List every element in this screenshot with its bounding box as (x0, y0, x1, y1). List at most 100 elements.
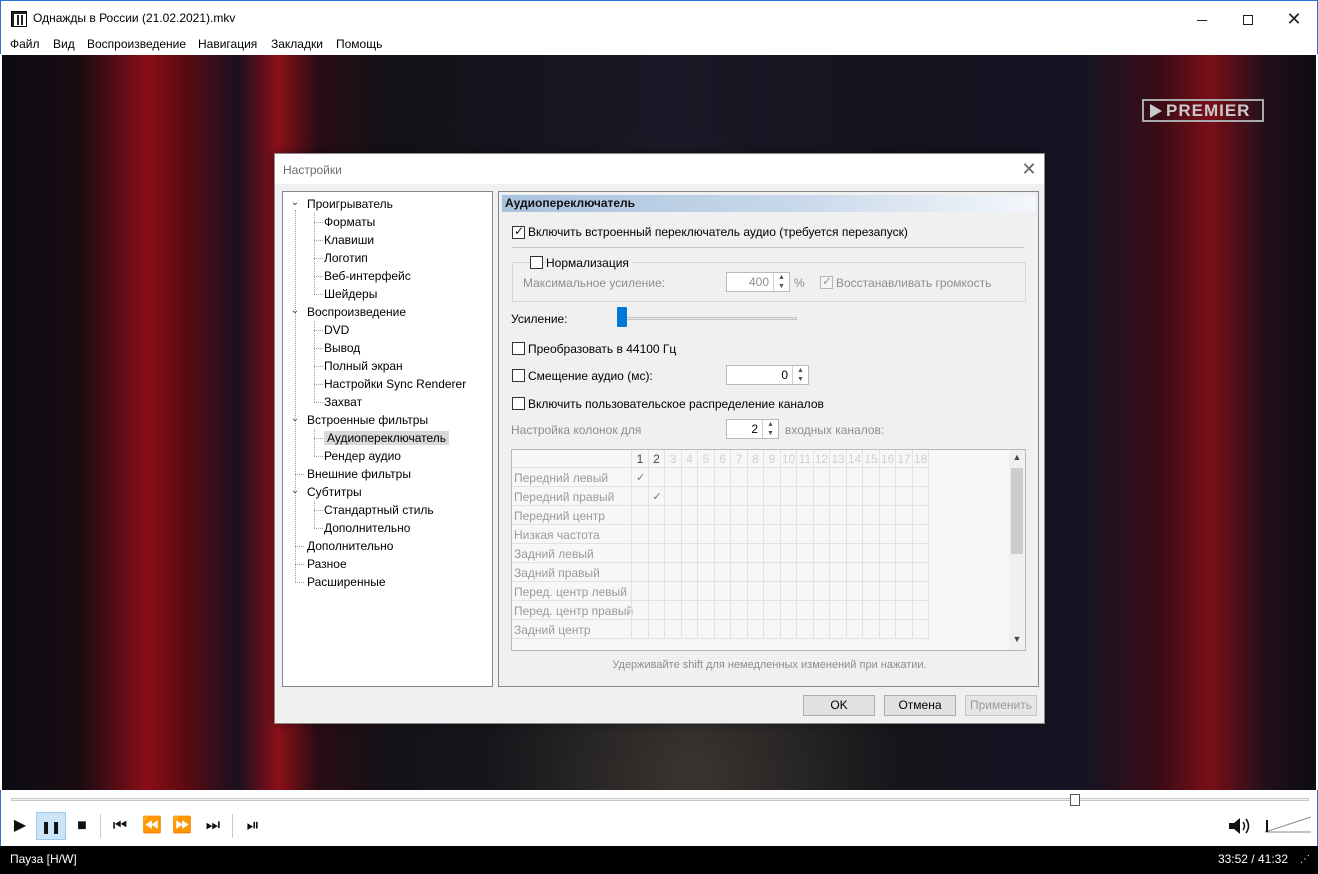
tree-item[interactable]: Внешние фильтры (307, 465, 411, 483)
restore-volume-checkbox[interactable] (820, 274, 833, 289)
max-gain-spinner[interactable]: 400 ▲ ▼ (726, 272, 790, 292)
channel-map-cell[interactable] (632, 563, 649, 582)
channel-map-cell[interactable] (648, 525, 665, 544)
channel-map-cell[interactable] (648, 582, 665, 601)
channel-map-cell[interactable] (632, 525, 649, 544)
channel-map-cell[interactable] (747, 487, 764, 506)
channel-map-cell[interactable] (830, 601, 847, 620)
channel-map-cell[interactable] (731, 506, 748, 525)
channel-map-cell[interactable] (846, 487, 863, 506)
channel-map-cell[interactable] (632, 620, 649, 639)
channel-map-cell[interactable] (764, 468, 781, 487)
channel-map-cell[interactable] (896, 620, 913, 639)
channel-map-cell[interactable] (698, 506, 715, 525)
channel-map-cell[interactable] (665, 563, 682, 582)
channel-map-cell[interactable] (681, 487, 698, 506)
channel-map-cell[interactable] (846, 582, 863, 601)
channel-map-cell[interactable] (830, 506, 847, 525)
tree-item[interactable]: Рендер аудио (324, 447, 401, 465)
channel-map-cell[interactable] (681, 563, 698, 582)
channel-map-cell[interactable] (780, 563, 797, 582)
tree-item[interactable]: Разное (307, 555, 347, 573)
channel-map-cell[interactable] (747, 525, 764, 544)
channel-map-cell[interactable] (681, 601, 698, 620)
channel-map-cell[interactable] (830, 582, 847, 601)
channel-map-cell[interactable] (863, 468, 880, 487)
tree-item[interactable]: Воспроизведение (307, 303, 406, 321)
speaker-icon[interactable] (1227, 814, 1253, 838)
tree-item[interactable]: Дополнительно (324, 519, 410, 537)
spinner-arrows-icon[interactable]: ▲ ▼ (792, 366, 808, 384)
channel-map-cell[interactable] (698, 468, 715, 487)
tree-item[interactable]: DVD (324, 321, 349, 339)
channel-map-cell[interactable] (863, 563, 880, 582)
channel-map-cell[interactable] (896, 544, 913, 563)
channel-map-cell[interactable] (896, 582, 913, 601)
channel-map-cell[interactable] (797, 601, 814, 620)
channel-map-cell[interactable] (863, 525, 880, 544)
channel-map-cell[interactable] (797, 506, 814, 525)
channel-map-cell[interactable] (896, 506, 913, 525)
channel-map-cell[interactable] (665, 525, 682, 544)
enable-switcher-checkbox[interactable] (512, 224, 525, 239)
channel-map-cell[interactable] (879, 525, 896, 544)
channel-map-cell[interactable] (764, 506, 781, 525)
channel-map-cell[interactable] (797, 582, 814, 601)
ok-button[interactable]: OK (803, 695, 875, 716)
channel-map-cell[interactable] (698, 620, 715, 639)
channel-map-cell[interactable] (846, 620, 863, 639)
menu-playback[interactable]: Воспроизведение (87, 37, 186, 51)
previous-button[interactable]: ⏮ (105, 812, 135, 840)
channel-map-cell[interactable] (896, 525, 913, 544)
tree-item[interactable]: Форматы (324, 213, 375, 231)
channel-map-cell[interactable] (813, 525, 830, 544)
tree-item[interactable]: Расширенные (307, 573, 386, 591)
channel-map-cell[interactable] (780, 544, 797, 563)
channel-map-cell[interactable] (879, 468, 896, 487)
channel-map-cell[interactable] (912, 620, 929, 639)
channel-map-cell[interactable] (813, 487, 830, 506)
play-button[interactable]: ▶ (5, 812, 35, 840)
channel-map-cell[interactable] (830, 620, 847, 639)
next-button[interactable]: ⏭ (198, 812, 228, 840)
tree-item[interactable]: Аудиопереключатель (324, 429, 450, 447)
channel-map-cell[interactable] (813, 544, 830, 563)
channel-map-cell[interactable] (747, 620, 764, 639)
menu-help[interactable]: Помощь (336, 37, 382, 51)
channel-map-cell[interactable] (681, 506, 698, 525)
fast-forward-button[interactable]: ⏩ (167, 812, 197, 840)
channel-map-cell[interactable] (863, 506, 880, 525)
channel-map-cell[interactable] (797, 544, 814, 563)
channel-map-cell[interactable] (714, 582, 731, 601)
channel-map-cell[interactable] (731, 487, 748, 506)
channel-map-cell[interactable] (912, 544, 929, 563)
channel-map-cell[interactable] (665, 506, 682, 525)
channel-map-cell[interactable] (879, 601, 896, 620)
channel-map-cell[interactable] (665, 487, 682, 506)
channel-map-cell[interactable] (632, 506, 649, 525)
apply-button[interactable]: Применить (965, 695, 1037, 716)
channel-map-cell[interactable] (912, 563, 929, 582)
tree-item[interactable]: Захват (324, 393, 362, 411)
audio-offset-checkbox[interactable] (512, 369, 525, 382)
channel-map-cell[interactable] (681, 544, 698, 563)
channel-map-cell[interactable] (813, 582, 830, 601)
channel-map-cell[interactable] (714, 620, 731, 639)
channel-map-cell[interactable] (747, 563, 764, 582)
channel-map-cell[interactable] (896, 487, 913, 506)
gain-slider-track[interactable] (617, 317, 797, 320)
channel-map-cell[interactable] (912, 506, 929, 525)
channel-map-cell[interactable] (912, 601, 929, 620)
channel-map-cell[interactable] (780, 468, 797, 487)
channel-map-cell[interactable] (731, 582, 748, 601)
channel-map-cell[interactable] (830, 487, 847, 506)
channel-map-cell[interactable] (764, 582, 781, 601)
channel-map-cell[interactable] (830, 468, 847, 487)
channel-map-cell[interactable] (714, 601, 731, 620)
channel-map-cell[interactable] (764, 620, 781, 639)
channel-map-cell[interactable] (797, 487, 814, 506)
channel-map-cell[interactable] (764, 601, 781, 620)
scroll-up-icon[interactable]: ▲ (1009, 452, 1025, 462)
channel-map-cell[interactable] (879, 563, 896, 582)
resize-grip-icon[interactable]: ⋰ (1300, 854, 1310, 865)
